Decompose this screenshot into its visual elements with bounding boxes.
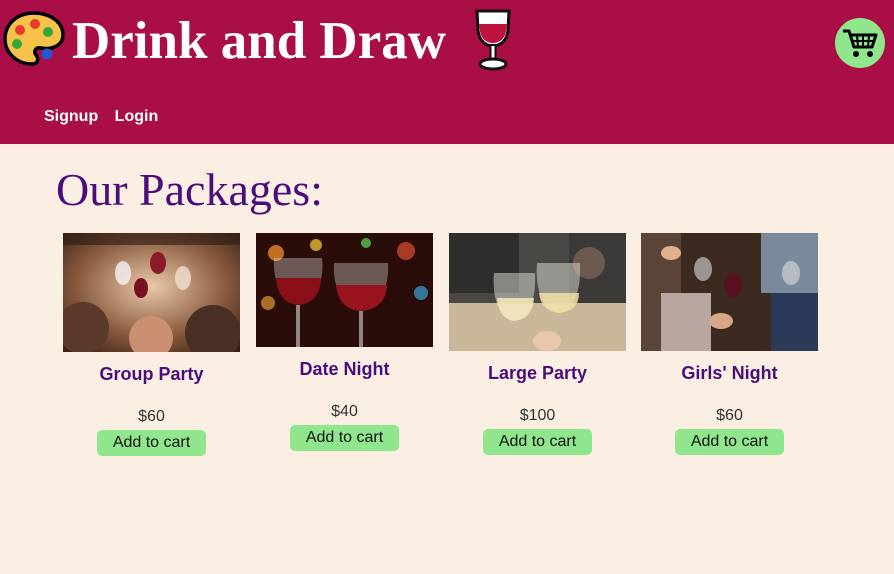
package-card: Group Party $60 Add to cart (63, 233, 240, 456)
package-name: Large Party (487, 363, 588, 383)
wine-glass-icon (475, 9, 511, 71)
site-title: Drink and Draw (72, 12, 447, 70)
package-image (63, 233, 240, 352)
main-nav: Signup Login (44, 108, 170, 126)
add-to-cart-button[interactable]: Add to cart (675, 429, 784, 455)
package-card: Girls' Night $60 Add to cart (641, 233, 818, 455)
add-to-cart-button[interactable]: Add to cart (97, 430, 206, 456)
package-price: $60 (716, 407, 743, 424)
package-price: $60 (138, 408, 165, 425)
package-name: Group Party (99, 364, 204, 384)
shopping-cart-icon (843, 29, 878, 57)
package-card: Date Night $40 Add to cart (256, 233, 433, 451)
package-price: $40 (331, 403, 358, 420)
add-to-cart-button[interactable]: Add to cart (290, 425, 399, 451)
package-card: Large Party $100 Add to cart (449, 233, 626, 455)
package-name: Date Night (299, 359, 390, 379)
login-link[interactable]: Login (115, 108, 159, 125)
package-price: $100 (519, 407, 556, 424)
cart-button[interactable] (835, 18, 885, 68)
add-to-cart-button[interactable]: Add to cart (483, 429, 592, 455)
site-header: Drink and Draw Signup Login (0, 0, 894, 144)
artist-palette-icon (3, 11, 65, 66)
signup-link[interactable]: Signup (44, 108, 98, 125)
package-name: Girls' Night (681, 363, 778, 383)
page-title: Our Packages: (56, 164, 323, 215)
package-image (641, 233, 818, 351)
package-image (449, 233, 626, 351)
package-image (256, 233, 433, 347)
